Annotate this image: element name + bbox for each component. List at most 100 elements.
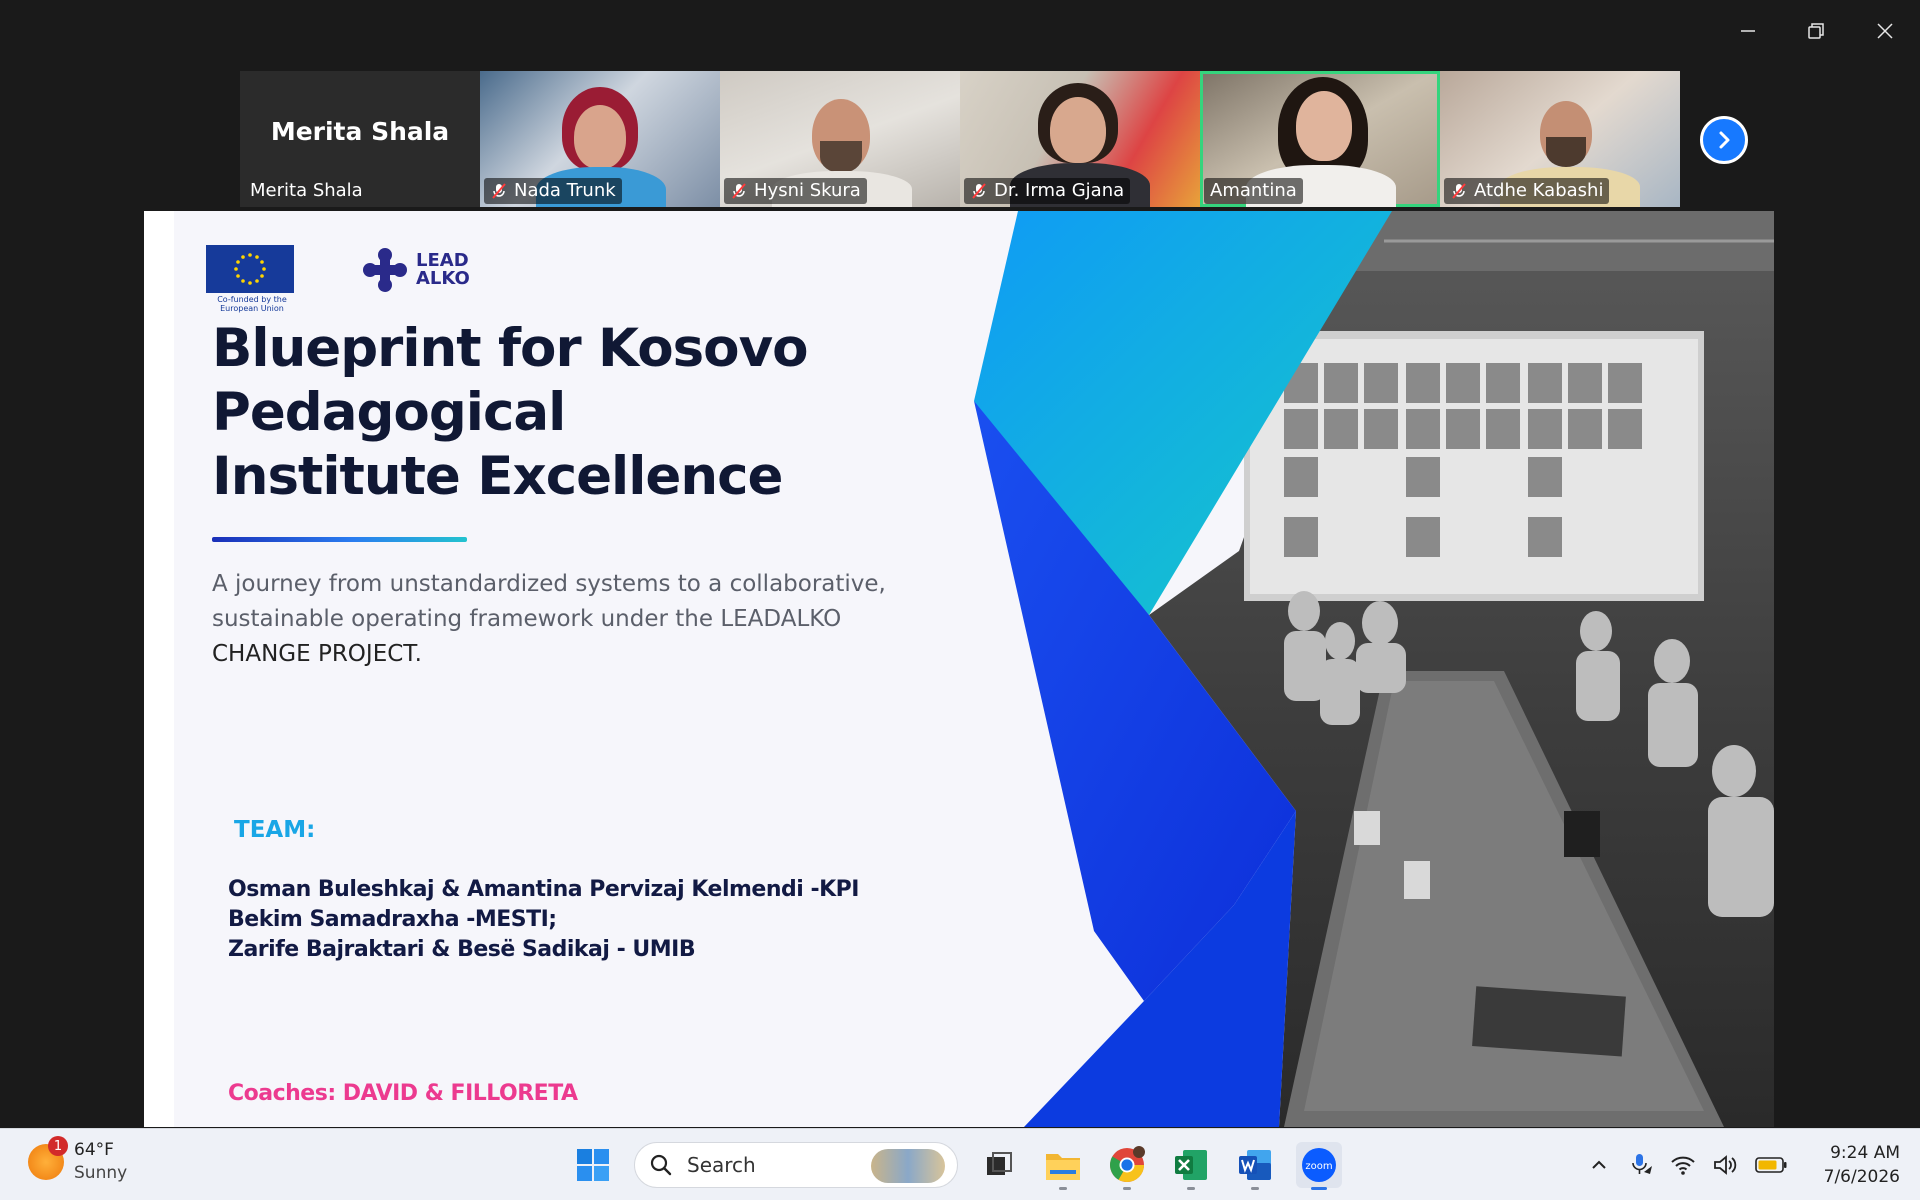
participant-tile-atdhe-kabashi[interactable]: Atdhe Kabashi — [1440, 71, 1680, 207]
participant-strip: Merita Shala Merita Shala Nada Trunk Hys… — [240, 71, 1680, 207]
participant-name: Dr. Irma Gjana — [994, 180, 1125, 201]
slide-title: Blueprint for Kosovo Pedagogical Institu… — [212, 317, 892, 509]
video-face — [574, 105, 626, 169]
running-indicator — [1187, 1187, 1195, 1190]
task-view-button[interactable] — [976, 1142, 1022, 1188]
zoom-icon-label: zoom — [1305, 1161, 1332, 1172]
running-indicator — [1311, 1187, 1327, 1190]
restore-button[interactable] — [1786, 10, 1846, 52]
participant-tile-amantina[interactable]: Amantina — [1200, 71, 1440, 207]
running-indicator — [1059, 1187, 1067, 1190]
folder-icon — [1046, 1154, 1080, 1180]
minimize-button[interactable] — [1718, 10, 1778, 52]
taskbar-search[interactable] — [634, 1142, 958, 1188]
taskbar-clock[interactable]: 9:24 AM 7/6/2026 — [1808, 1141, 1900, 1189]
participant-tile-nada-trunk[interactable]: Nada Trunk — [480, 71, 720, 207]
taskbar-apps: zoom — [570, 1141, 1342, 1190]
clock-time: 9:24 AM — [1830, 1143, 1900, 1163]
sun-icon: 1 — [28, 1136, 68, 1180]
chrome-button[interactable] — [1104, 1142, 1150, 1190]
weather-temp: 64°F — [74, 1140, 114, 1160]
mic-muted-icon — [732, 182, 746, 199]
mic-muted-icon — [972, 182, 986, 199]
search-input[interactable] — [687, 1153, 867, 1177]
video-beard — [1546, 137, 1586, 167]
slide-left-margin — [144, 211, 174, 1127]
zoom-icon: zoom — [1302, 1148, 1336, 1182]
word-button[interactable] — [1232, 1142, 1278, 1190]
participant-name-tag: Atdhe Kabashi — [1444, 178, 1610, 204]
participant-display-name: Merita Shala — [270, 117, 450, 146]
title-underline — [212, 537, 467, 542]
search-highlight-image — [871, 1149, 945, 1183]
close-button[interactable] — [1855, 10, 1915, 52]
participant-tile-irma-gjana[interactable]: Dr. Irma Gjana — [960, 71, 1200, 207]
subtitle-line-2: sustainable operating framework under th… — [212, 606, 842, 632]
leadalko-mark-icon — [363, 248, 407, 292]
notification-badge: 1 — [48, 1136, 68, 1156]
excel-icon — [1175, 1150, 1207, 1180]
search-icon — [650, 1154, 672, 1176]
leadalko-wordmark: LEAD ALKO — [416, 252, 470, 288]
battery-button[interactable] — [1754, 1152, 1788, 1178]
restore-icon — [1808, 23, 1824, 39]
participant-name: Hysni Skura — [754, 180, 861, 201]
participant-name: Atdhe Kabashi — [1474, 180, 1604, 201]
title-line-3: Institute Excellence — [212, 446, 783, 507]
excel-button[interactable] — [1168, 1142, 1214, 1190]
show-hidden-icons-button[interactable] — [1586, 1152, 1612, 1178]
running-indicator — [1123, 1187, 1131, 1190]
participant-name-tag: Nada Trunk — [484, 178, 622, 204]
close-icon — [1877, 23, 1893, 39]
word-icon — [1239, 1150, 1271, 1180]
team-line-1: Osman Buleshkaj & Amantina Pervizaj Kelm… — [228, 877, 859, 902]
title-line-1: Blueprint for Kosovo — [212, 318, 809, 379]
slide-subtitle: A journey from unstandardized systems to… — [212, 567, 972, 672]
microphone-tray-button[interactable] — [1628, 1152, 1654, 1178]
zoom-button[interactable]: zoom — [1296, 1142, 1342, 1190]
volume-button[interactable] — [1712, 1152, 1738, 1178]
wifi-icon — [1671, 1156, 1695, 1175]
minimize-icon — [1741, 30, 1755, 32]
mic-muted-icon — [492, 182, 506, 199]
wifi-button[interactable] — [1670, 1152, 1696, 1178]
subtitle-line-1: A journey from unstandardized systems to… — [212, 571, 886, 597]
windows-logo-icon — [577, 1149, 609, 1181]
logo-bottom-text: ALKO — [416, 268, 470, 289]
video-face — [1050, 97, 1106, 163]
running-indicator — [1251, 1187, 1259, 1190]
battery-icon — [1755, 1157, 1787, 1173]
eu-flag-logo — [206, 245, 294, 293]
chrome-icon — [1110, 1146, 1145, 1182]
start-button[interactable] — [570, 1142, 616, 1188]
subtitle-line-3: CHANGE PROJECT. — [212, 641, 422, 667]
participant-name-tag: Hysni Skura — [724, 178, 867, 204]
participant-tile-merita-shala[interactable]: Merita Shala Merita Shala — [240, 71, 480, 207]
clock-date: 7/6/2026 — [1823, 1167, 1900, 1187]
file-explorer-button[interactable] — [1040, 1142, 1086, 1190]
weather-condition: Sunny — [74, 1163, 128, 1183]
video-face — [1296, 91, 1352, 161]
eu-caption: Co-funded by the European Union — [217, 295, 287, 313]
team-list: Osman Buleshkaj & Amantina Pervizaj Kelm… — [228, 875, 859, 965]
participant-name: Nada Trunk — [514, 180, 616, 201]
participant-name-tag: Amantina — [1204, 178, 1303, 204]
team-line-3: Zarife Bajraktari & Besë Sadikaj - UMIB — [228, 937, 696, 962]
participant-name: Amantina — [1210, 180, 1297, 201]
weather-widget[interactable]: 1 64°F Sunny — [28, 1136, 128, 1185]
mic-muted-icon — [1452, 182, 1466, 199]
team-line-2: Bekim Samadraxha -MESTI; — [228, 907, 557, 932]
shared-slide: Co-funded by the European Union LEAD ALK… — [144, 211, 1774, 1127]
coaches-label: Coaches: DAVID & FILLORETA — [228, 1081, 578, 1106]
eu-stars-icon — [234, 253, 266, 285]
participant-tile-hysni-skura[interactable]: Hysni Skura — [720, 71, 960, 207]
chevron-up-icon — [1592, 1160, 1606, 1169]
participant-name: Merita Shala — [250, 180, 363, 201]
team-label: TEAM: — [234, 817, 316, 843]
next-participants-button[interactable] — [1700, 116, 1748, 164]
title-line-2: Pedagogical — [212, 382, 566, 443]
leadalko-logo: LEAD ALKO — [360, 245, 470, 295]
system-tray — [1586, 1143, 1788, 1187]
chevron-right-icon — [1719, 131, 1730, 149]
participant-name-tag: Merita Shala — [244, 178, 369, 204]
